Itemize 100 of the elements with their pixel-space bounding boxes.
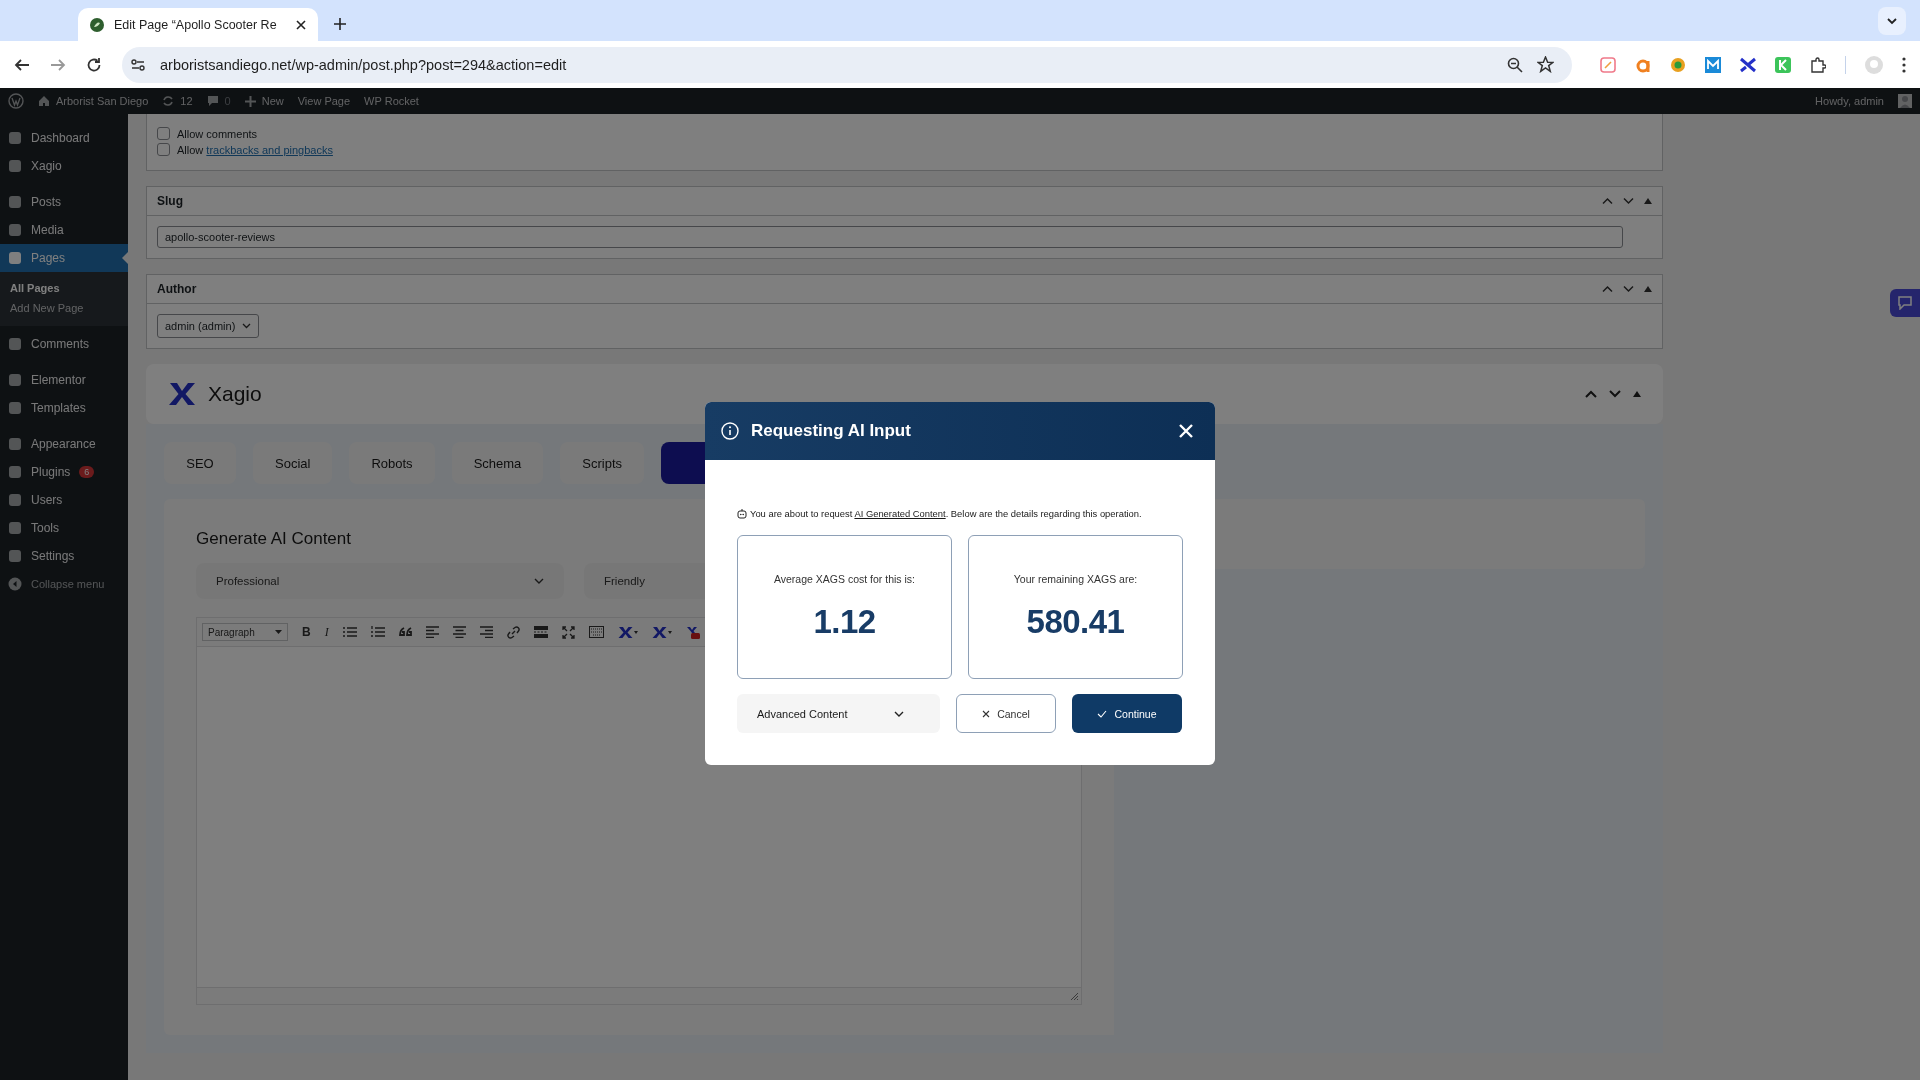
sidebar-item[interactable]: Comments <box>0 330 128 358</box>
close-icon <box>982 709 991 718</box>
stat-value: 1.12 <box>813 603 876 641</box>
cancel-button[interactable]: Cancel <box>956 694 1056 733</box>
slug-input[interactable]: apollo-scooter-reviews <box>157 226 1623 248</box>
align-left-icon[interactable] <box>425 626 439 638</box>
count-badge: 6 <box>79 466 95 478</box>
tab[interactable]: Robots <box>349 442 435 484</box>
sidebar-item[interactable]: Xagio <box>0 152 128 180</box>
x-logo-icon[interactable] <box>617 625 638 639</box>
chevron-down-icon[interactable] <box>1623 197 1634 205</box>
chat-button[interactable] <box>1890 289 1920 317</box>
keyboard-icon[interactable] <box>588 626 604 638</box>
format-button[interactable]: B <box>302 625 311 639</box>
home-icon <box>38 95 50 107</box>
greeting-text[interactable]: Howdy, admin <box>1815 95 1884 107</box>
reload-icon[interactable] <box>86 56 102 73</box>
admin-bar-link[interactable]: View Page <box>297 95 351 107</box>
x-logo-icon[interactable] <box>651 625 672 639</box>
tab[interactable]: Social <box>253 442 333 484</box>
sidebar-item[interactable]: Dashboard <box>0 124 128 152</box>
close-icon[interactable] <box>296 19 306 30</box>
x-logo-icon[interactable] <box>685 625 700 639</box>
chevron-down-icon <box>242 323 252 329</box>
info-icon <box>721 422 739 440</box>
new-link[interactable]: New <box>261 95 284 107</box>
refresh-icon <box>162 95 175 107</box>
trackbacks-link[interactable]: trackbacks and pingbacks <box>206 143 333 156</box>
chevron-up-icon[interactable] <box>1602 285 1613 293</box>
caret-down-icon <box>275 630 282 634</box>
updates-count[interactable]: 12 <box>180 95 193 107</box>
brand-name: Xagio <box>208 382 262 406</box>
sidebar-item[interactable]: Tools <box>0 514 128 542</box>
tone-select[interactable]: Professional <box>196 563 564 599</box>
submenu-item[interactable]: All Pages <box>0 278 128 298</box>
comment-icon <box>206 95 219 107</box>
sidebar-item[interactable]: Media <box>0 216 128 244</box>
numbered-list-icon[interactable] <box>370 626 385 638</box>
chevron-down-icon <box>894 710 904 717</box>
puzzle-icon[interactable] <box>1810 56 1826 73</box>
author-select[interactable]: admin (admin) <box>157 314 260 338</box>
align-right-icon[interactable] <box>479 626 493 638</box>
triangle-up-icon[interactable] <box>1633 391 1641 397</box>
collapse-icon <box>8 577 22 591</box>
sidebar-item[interactable]: Users <box>0 486 128 514</box>
checkbox[interactable] <box>157 127 170 140</box>
dialog-title: Requesting AI Input <box>751 421 911 441</box>
wordpress-logo-icon[interactable] <box>8 93 24 109</box>
quote-icon[interactable] <box>398 627 412 637</box>
sidebar-item[interactable]: Templates <box>0 394 128 422</box>
x-logo-icon <box>168 382 196 406</box>
bullet-list-icon[interactable] <box>342 626 357 638</box>
chevron-down-icon <box>1887 17 1897 25</box>
browser-tab[interactable]: Edit Page “Apollo Scooter Re <box>78 8 318 41</box>
resize-handle-icon[interactable] <box>1070 992 1078 1000</box>
sidebar-item[interactable]: Pages <box>0 244 128 272</box>
plus-icon[interactable] <box>334 18 346 30</box>
back-icon[interactable] <box>14 56 30 73</box>
tab[interactable]: Scripts <box>560 442 645 484</box>
fullscreen-icon[interactable] <box>561 625 575 639</box>
section-title: Generate AI Content <box>196 529 352 549</box>
site-name-link[interactable]: Arborist San Diego <box>56 95 149 107</box>
align-center-icon[interactable] <box>452 626 466 638</box>
current-menu-arrow-icon <box>122 252 128 264</box>
forward-icon[interactable] <box>50 56 66 73</box>
chevron-up-icon[interactable] <box>1585 390 1597 398</box>
chevron-down-icon[interactable] <box>1623 285 1634 293</box>
star-icon[interactable] <box>1537 56 1554 73</box>
tab-list-button[interactable] <box>1878 7 1906 35</box>
admin-bar-link[interactable]: WP Rocket <box>364 95 419 107</box>
triangle-up-icon[interactable] <box>1644 286 1652 292</box>
tab[interactable]: Schema <box>451 442 544 484</box>
address-bar[interactable]: arboristsandiego.net/wp-admin/post.php?post=294&action=edit <box>122 46 1572 83</box>
sidebar-item[interactable]: Plugins 6 <box>0 458 128 486</box>
sidebar-item[interactable]: Posts <box>0 188 128 216</box>
url-text: arboristsandiego.net/wp-admin/post.php?post=294&action=edit <box>160 56 567 73</box>
ai-content-link[interactable]: AI Generated Content <box>854 508 946 519</box>
sidebar-item[interactable]: Appearance <box>0 430 128 458</box>
chevron-up-icon[interactable] <box>1602 197 1613 205</box>
continue-button[interactable]: Continue <box>1072 694 1182 733</box>
site-settings-icon[interactable] <box>130 56 146 73</box>
chevron-down-icon[interactable] <box>1609 390 1621 398</box>
link-icon[interactable] <box>506 625 520 639</box>
sidebar-item[interactable]: Settings <box>0 542 128 570</box>
sidebar-item[interactable]: Collapse menu <box>0 570 128 598</box>
checkbox-label: Allow comments <box>177 127 258 140</box>
sidebar-item[interactable]: Elementor <box>0 366 128 394</box>
triangle-up-icon[interactable] <box>1644 198 1652 204</box>
format-button[interactable]: I <box>324 624 329 640</box>
content-type-select[interactable]: Advanced Content <box>737 694 940 733</box>
extension-icon[interactable] <box>1740 56 1756 73</box>
tab[interactable]: SEO <box>164 442 236 484</box>
submenu-item[interactable]: Add New Page <box>0 298 128 318</box>
zoom-icon[interactable] <box>1507 56 1523 73</box>
checkbox-label: Allow trackbacks and pingbacks <box>177 143 333 156</box>
notice-text: You are about to request AI Generated Content. Below are the details regarding this operation. <box>750 508 1142 519</box>
format-select[interactable]: Paragraph <box>202 623 288 641</box>
checkbox[interactable] <box>157 143 170 156</box>
stat-label: Average XAGS cost for this is: <box>773 573 915 585</box>
read-more-icon[interactable] <box>533 626 548 638</box>
